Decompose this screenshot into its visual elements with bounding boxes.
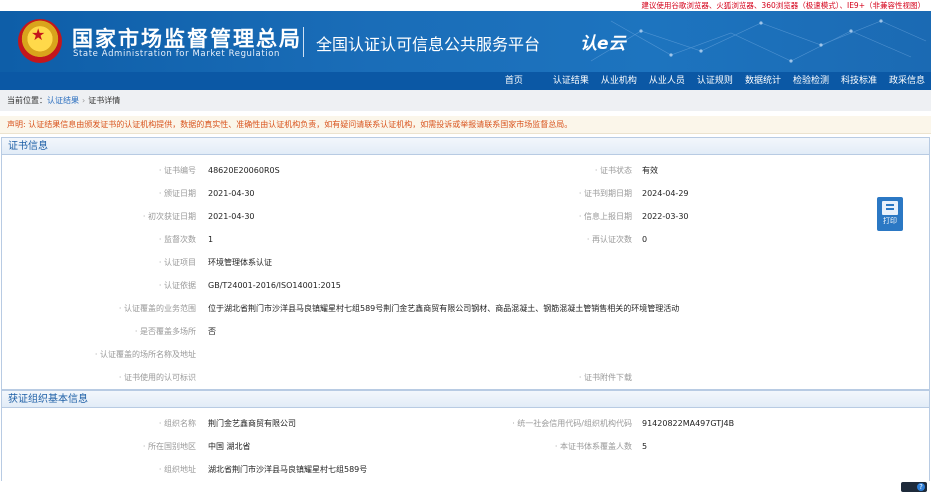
multi-site-label: · 是否覆盖多场所 [134, 327, 196, 336]
nav-home[interactable]: 首页 [499, 72, 529, 90]
covered-staff-label: · 本证书体系覆盖人数 [554, 442, 632, 451]
cert-row: · 初次获证日期 2021-04-30 · 信息上报日期 2022-03-30 [2, 205, 929, 228]
breadcrumb-cert-results[interactable]: 认证结果 [47, 96, 79, 105]
national-emblem-icon: ★ [18, 19, 62, 63]
nav-personnel[interactable]: 从业人员 [643, 72, 691, 90]
nav-cert-results[interactable]: 认证结果 [547, 72, 595, 90]
cert-number-value: 48620E20060R0S [208, 166, 280, 175]
surveillance-count-value: 1 [208, 235, 214, 244]
breadcrumb-separator: › [82, 96, 86, 105]
org-name-label: · 组织名称 [158, 419, 196, 428]
org-address-label: · 组织地址 [158, 465, 196, 474]
platform-logo: 认e云 [580, 34, 626, 54]
business-scope-label: · 认证覆盖的业务范围 [118, 304, 196, 313]
expiry-date-label: · 证书到期日期 [578, 189, 632, 198]
cert-row: · 认证项目 环境管理体系认证 [2, 251, 929, 274]
nav-standards[interactable]: 科技标准 [835, 72, 883, 90]
breadcrumb-prefix: 当前位置： [7, 96, 47, 105]
org-name-value: 荆门金艺鑫商贸有限公司 [208, 419, 296, 428]
multi-site-value: 否 [208, 327, 216, 336]
cert-row: · 证书使用的认可标识 · 证书附件下载 [2, 366, 929, 389]
nav-inspection[interactable]: 检验检测 [787, 72, 835, 90]
org-row: · 组织名称 荆门金艺鑫商贸有限公司 · 统一社会信用代码/组织机构代码 914… [2, 412, 929, 435]
cert-status-value: 有效 [642, 166, 658, 175]
credit-code-value: 91420822MA497GTJ4B [642, 419, 735, 428]
attachment-download-label[interactable]: · 证书附件下载 [579, 366, 632, 389]
cert-section-title: 证书信息 [1, 137, 930, 155]
recert-count-label: · 再认证次数 [586, 235, 632, 244]
business-scope-value: 位于湖北省荆门市沙洋县马良镇耀星村七组589号荆门金艺鑫商贸有限公司钢材、商品混… [208, 304, 680, 313]
nav-cert-rules[interactable]: 认证规则 [691, 72, 739, 90]
region-value: 中国 湖北省 [208, 442, 251, 451]
disclaimer-notice: 声明: 认证结果信息由颁发证书的认证机构提供，数据的真实性、准确性由认证机构负责… [0, 116, 931, 134]
org-name-en: State Administration for Market Regulati… [73, 49, 280, 59]
region-label: · 所在国别地区 [142, 442, 196, 451]
report-date-label: · 信息上报日期 [578, 212, 632, 221]
nav-procurement[interactable]: 政采信息 [883, 72, 931, 90]
org-section-title: 获证组织基本信息 [1, 390, 930, 408]
cert-row: · 颁证日期 2021-04-30 · 证书到期日期 2024-04-29 [2, 182, 929, 205]
site-banner: ★ 国家市场监督管理总局 State Administration for Ma… [0, 11, 931, 72]
cert-project-label: · 认证项目 [158, 258, 196, 267]
nav-statistics[interactable]: 数据统计 [739, 72, 787, 90]
main-nav: 首页 认证结果 从业机构 从业人员 认证规则 数据统计 检验检测 科技标准 政采… [0, 72, 931, 90]
report-date-value: 2022-03-30 [642, 212, 689, 221]
recert-count-value: 0 [642, 235, 648, 244]
nav-institutions[interactable]: 从业机构 [595, 72, 643, 90]
help-icon: ? [917, 483, 925, 491]
cert-row: · 认证依据 GB/T24001-2016/ISO14001:2015 [2, 274, 929, 297]
covered-staff-value: 5 [642, 442, 648, 451]
cert-number-label: · 证书编号 [158, 166, 196, 175]
org-row: · 组织地址 湖北省荆门市沙洋县马良镇耀星村七组589号 [2, 458, 929, 481]
platform-title: 全国认证认可信息公共服务平台 [316, 35, 541, 54]
first-cert-date-label: · 初次获证日期 [142, 212, 196, 221]
cert-row: · 监督次数 1 · 再认证次数 0 [2, 228, 929, 251]
cert-row: · 认证覆盖的场所名称及地址 [2, 343, 929, 366]
surveillance-count-label: · 监督次数 [158, 235, 196, 244]
accreditation-mark-label: · 证书使用的认可标识 [118, 373, 196, 382]
cert-basis-label: · 认证依据 [158, 281, 196, 290]
cert-status-label: · 证书状态 [594, 166, 632, 175]
issue-date-value: 2021-04-30 [208, 189, 255, 198]
breadcrumb: 当前位置：认证结果 › 证书详情 [0, 90, 931, 111]
browser-recommendation: 建议使用谷歌浏览器、火狐浏览器、360浏览器（极速模式）、IE9+（非兼容性视图… [0, 0, 931, 11]
cert-row: · 是否覆盖多场所 否 [2, 320, 929, 343]
cert-row: · 证书编号 48620E20060R0S · 证书状态 有效 [2, 159, 929, 182]
cert-row: · 认证覆盖的业务范围 位于湖北省荆门市沙洋县马良镇耀星村七组589号荆门金艺鑫… [2, 297, 929, 320]
site-address-label: · 认证覆盖的场所名称及地址 [94, 350, 196, 359]
expiry-date-value: 2024-04-29 [642, 189, 689, 198]
org-info-section: · 组织名称 荆门金艺鑫商贸有限公司 · 统一社会信用代码/组织机构代码 914… [1, 408, 930, 481]
cert-project-value: 环境管理体系认证 [208, 258, 272, 267]
issue-date-label: · 颁证日期 [158, 189, 196, 198]
breadcrumb-cert-detail: 证书详情 [88, 96, 121, 105]
cert-info-section: 打印 · 证书编号 48620E20060R0S · 证书状态 有效 · 颁证日… [1, 155, 930, 390]
first-cert-date-value: 2021-04-30 [208, 212, 255, 221]
org-address-value: 湖北省荆门市沙洋县马良镇耀星村七组589号 [208, 465, 368, 474]
org-row: · 所在国别地区 中国 湖北省 · 本证书体系覆盖人数 5 [2, 435, 929, 458]
credit-code-label: · 统一社会信用代码/组织机构代码 [512, 419, 632, 428]
cert-basis-value: GB/T24001-2016/ISO14001:2015 [208, 281, 341, 290]
help-widget[interactable]: ? [901, 482, 927, 492]
header-divider [303, 27, 304, 57]
